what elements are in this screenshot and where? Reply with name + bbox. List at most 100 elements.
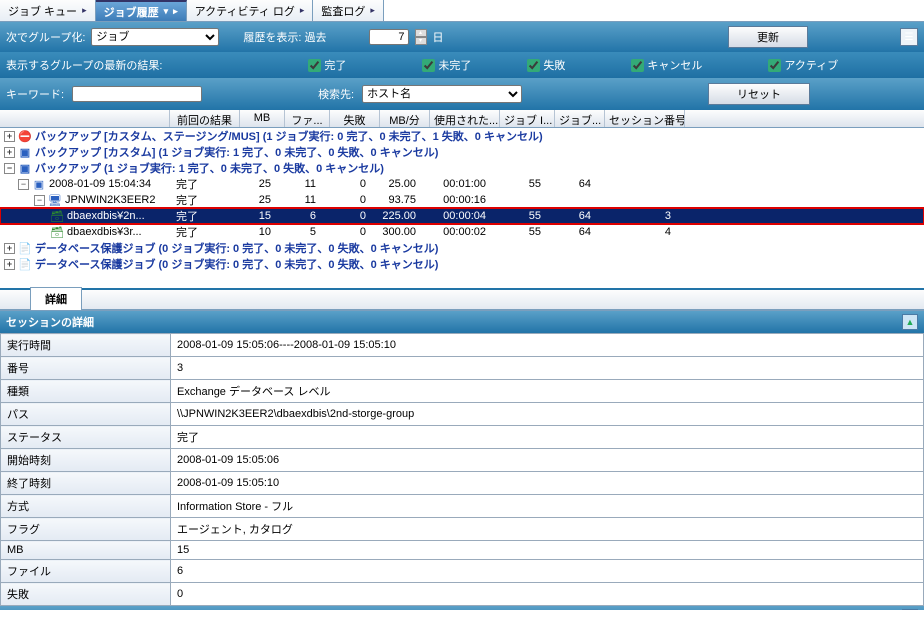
col-mbmin[interactable]: MB/分 xyxy=(380,110,430,127)
job-icon: ▣ xyxy=(18,145,32,159)
column-headers: 前回の結果 MB ファ... 失敗 MB/分 使用された... ジョブ I...… xyxy=(0,110,924,128)
tab-job-queue[interactable]: ジョブ キュー▸ xyxy=(0,0,96,21)
detail-tab-strip: 詳細 xyxy=(0,288,924,310)
chk-cancel[interactable]: キャンセル xyxy=(631,57,702,73)
days-input[interactable] xyxy=(369,29,409,45)
label-start: 開始時刻 xyxy=(1,449,171,472)
label-status: ステータス xyxy=(1,426,171,449)
expand-icon[interactable]: + xyxy=(4,259,15,270)
days-unit: 日 xyxy=(433,29,444,45)
expand-icon[interactable]: + xyxy=(4,131,15,142)
tab-details[interactable]: 詳細 xyxy=(30,287,82,310)
col-session[interactable]: セッション番号 xyxy=(605,110,685,127)
col-jobnum[interactable]: ジョブ... xyxy=(555,110,605,127)
showhistory-label: 履歴を表示: 過去 xyxy=(243,29,326,45)
value-type: Exchange データベース レベル xyxy=(171,380,924,403)
table-row-selected[interactable]: 🗃dbaexdbis¥2n... 完了 15 6 0 225.00 00:00:… xyxy=(0,208,924,224)
job-icon: ▣ xyxy=(18,161,32,175)
value-start: 2008-01-09 15:05:06 xyxy=(171,449,924,472)
chk-failed[interactable]: 失敗 xyxy=(527,57,565,73)
collapse-section-icon[interactable]: ▲ xyxy=(902,609,918,610)
section-session-details: セッションの詳細 ▲ xyxy=(0,311,924,333)
group-row[interactable]: + 📄 データベース保護ジョブ (0 ジョブ実行: 0 完了、0 未完了、0 失… xyxy=(0,256,924,272)
menu-arrow-icon: ▸ xyxy=(173,6,178,17)
db-icon: 🗃 xyxy=(50,225,64,239)
days-spinner[interactable]: ▴▾ xyxy=(415,29,427,45)
doc-icon: 📄 xyxy=(18,241,32,255)
col-jobid[interactable]: ジョブ I... xyxy=(500,110,555,127)
menu-arrow-icon: ▸ xyxy=(300,5,305,16)
options-bar: 表示するグループの最新の結果: 完了 未完了 失敗 キャンセル アクティブ xyxy=(0,52,924,78)
keyword-label: キーワード: xyxy=(6,86,64,102)
chk-incomplete[interactable]: 未完了 xyxy=(422,57,471,73)
label-method: 方式 xyxy=(1,495,171,518)
group-row[interactable]: + ▣ バックアップ [カスタム] (1 ジョブ実行: 1 完了、0 未完了、0… xyxy=(0,144,924,160)
col-mb[interactable]: MB xyxy=(240,110,285,127)
group-row[interactable]: + ⛔ バックアップ [カスタム、ステージング/MUS] (1 ジョブ実行: 0… xyxy=(0,128,924,144)
collapse-icon[interactable]: − xyxy=(34,195,45,206)
searchin-label: 検索先: xyxy=(318,86,354,102)
table-row[interactable]: −▣2008-01-09 15:04:34 完了 25 11 0 25.00 0… xyxy=(0,176,924,192)
label-type: 種類 xyxy=(1,380,171,403)
keyword-bar: キーワード: 検索先: ホスト名 リセット xyxy=(0,78,924,110)
run-icon: ▣ xyxy=(32,177,46,191)
db-icon: 🗃 xyxy=(50,209,64,223)
groupby-select[interactable]: ジョブ xyxy=(91,28,219,46)
table-row[interactable]: 🗃dbaexdbis¥3r... 完了 10 5 0 300.00 00:00:… xyxy=(0,224,924,240)
value-path: \\JPNWIN2K3EER2\dbaexdbis\2nd-storge-gro… xyxy=(171,403,924,426)
group-row[interactable]: − ▣ バックアップ (1 ジョブ実行: 1 完了、0 未完了、0 失敗、0 キ… xyxy=(0,160,924,176)
update-button[interactable]: 更新 xyxy=(728,26,808,48)
groupby-label: 次でグループ化: xyxy=(6,29,85,45)
collapse-icon[interactable]: − xyxy=(4,163,15,174)
job-error-icon: ⛔ xyxy=(18,129,32,143)
chk-done[interactable]: 完了 xyxy=(308,57,346,73)
group-row[interactable]: + 📄 データベース保護ジョブ (0 ジョブ実行: 0 完了、0 未完了、0 失… xyxy=(0,240,924,256)
value-number: 3 xyxy=(171,357,924,380)
doc-icon: 📄 xyxy=(18,257,32,271)
searchin-select[interactable]: ホスト名 xyxy=(362,85,522,103)
label-end: 終了時刻 xyxy=(1,472,171,495)
value-end: 2008-01-09 15:05:10 xyxy=(171,472,924,495)
section-device-media: デバイスとメディア ▲ xyxy=(0,606,924,610)
menu-arrow-icon: ▸ xyxy=(82,5,87,16)
tab-activity-log[interactable]: アクティビティ ログ▸ xyxy=(187,0,314,21)
session-details-table: 実行時間2008-01-09 15:05:06----2008-01-09 15… xyxy=(0,333,924,606)
expand-icon[interactable]: + xyxy=(4,243,15,254)
value-file: 6 xyxy=(171,560,924,583)
top-tab-strip: ジョブ キュー▸ ジョブ履歴▾▸ アクティビティ ログ▸ 監査ログ▸ xyxy=(0,0,924,22)
table-row[interactable]: −🖥JPNWIN2K3EER2 完了 25 11 0 93.75 00:00:1… xyxy=(0,192,924,208)
keyword-input[interactable] xyxy=(72,86,202,102)
detail-scroll[interactable]: セッションの詳細 ▲ 実行時間2008-01-09 15:05:06----20… xyxy=(0,310,924,610)
col-fail[interactable]: 失敗 xyxy=(330,110,380,127)
filter-bar: 次でグループ化: ジョブ 履歴を表示: 過去 ▴▾ 日 更新 ☰ xyxy=(0,22,924,52)
label-path: パス xyxy=(1,403,171,426)
host-icon: 🖥 xyxy=(48,193,62,207)
value-exectime: 2008-01-09 15:05:06----2008-01-09 15:05:… xyxy=(171,334,924,357)
label-mb: MB xyxy=(1,541,171,560)
label-fail: 失敗 xyxy=(1,583,171,606)
chk-active[interactable]: アクティブ xyxy=(768,57,838,73)
collapse-icon[interactable]: − xyxy=(18,179,29,190)
value-flag: エージェント, カタログ xyxy=(171,518,924,541)
tab-job-history[interactable]: ジョブ履歴▾▸ xyxy=(96,0,187,21)
value-fail: 0 xyxy=(171,583,924,606)
options-icon[interactable]: ☰ xyxy=(900,28,918,46)
value-method: Information Store - フル xyxy=(171,495,924,518)
col-prevresult[interactable]: 前回の結果 xyxy=(170,110,240,127)
collapse-section-icon[interactable]: ▲ xyxy=(902,314,918,330)
tree-grid[interactable]: + ⛔ バックアップ [カスタム、ステージング/MUS] (1 ジョブ実行: 0… xyxy=(0,128,924,288)
label-number: 番号 xyxy=(1,357,171,380)
col-name[interactable] xyxy=(0,110,170,127)
label-file: ファイル xyxy=(1,560,171,583)
options-label: 表示するグループの最新の結果: xyxy=(6,57,162,73)
dropdown-arrow-icon[interactable]: ▾ xyxy=(164,6,169,17)
reset-button[interactable]: リセット xyxy=(708,83,810,105)
label-exectime: 実行時間 xyxy=(1,334,171,357)
label-flag: フラグ xyxy=(1,518,171,541)
menu-arrow-icon: ▸ xyxy=(370,5,375,16)
expand-icon[interactable]: + xyxy=(4,147,15,158)
tab-audit-log[interactable]: 監査ログ▸ xyxy=(313,0,384,21)
col-fa[interactable]: ファ... xyxy=(285,110,330,127)
value-status: 完了 xyxy=(171,426,924,449)
col-used[interactable]: 使用された... xyxy=(430,110,500,127)
